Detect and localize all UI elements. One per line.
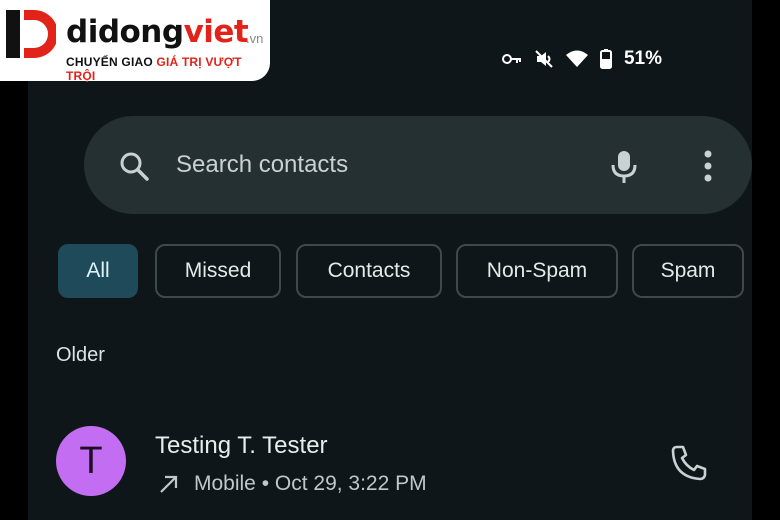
wifi-icon: [565, 50, 588, 67]
status-bar: 51%: [501, 48, 662, 70]
call-detail: Mobile • Oct 29, 3:22 PM: [158, 472, 427, 496]
search-input[interactable]: [176, 149, 556, 181]
mute-icon: [535, 50, 553, 68]
watermark-logo: didongviet .vn CHUYỂN GIAO GIÁ TRỊ VƯỢT …: [0, 0, 270, 83]
brand-domain: .vn: [246, 31, 264, 46]
battery-icon: [599, 49, 612, 69]
call-detail-text: Mobile • Oct 29, 3:22 PM: [194, 472, 427, 495]
brand-logo-mark: [6, 10, 56, 58]
phone-call-icon[interactable]: [668, 444, 708, 482]
avatar[interactable]: T: [56, 426, 126, 496]
search-bar[interactable]: [84, 116, 752, 214]
filter-chip-non-spam[interactable]: Non-Spam: [456, 244, 618, 298]
microphone-icon[interactable]: [610, 150, 638, 184]
filter-chip-all[interactable]: All: [58, 244, 138, 298]
battery-percent: 51%: [623, 48, 662, 69]
filter-chip-missed[interactable]: Missed: [155, 244, 281, 298]
outgoing-call-arrow-icon: [160, 475, 178, 493]
key-icon: [501, 54, 521, 64]
filter-chip-contacts[interactable]: Contacts: [296, 244, 442, 298]
search-icon[interactable]: [118, 150, 150, 182]
section-header-older: Older: [56, 344, 105, 366]
brand-name: didongviet: [66, 14, 249, 50]
contact-name[interactable]: Testing T. Tester: [155, 432, 328, 460]
brand-tagline: CHUYỂN GIAO GIÁ TRỊ VƯỢT TRỘI: [66, 55, 242, 83]
filter-chip-spam[interactable]: Spam: [632, 244, 744, 298]
more-options-icon[interactable]: [704, 150, 712, 182]
